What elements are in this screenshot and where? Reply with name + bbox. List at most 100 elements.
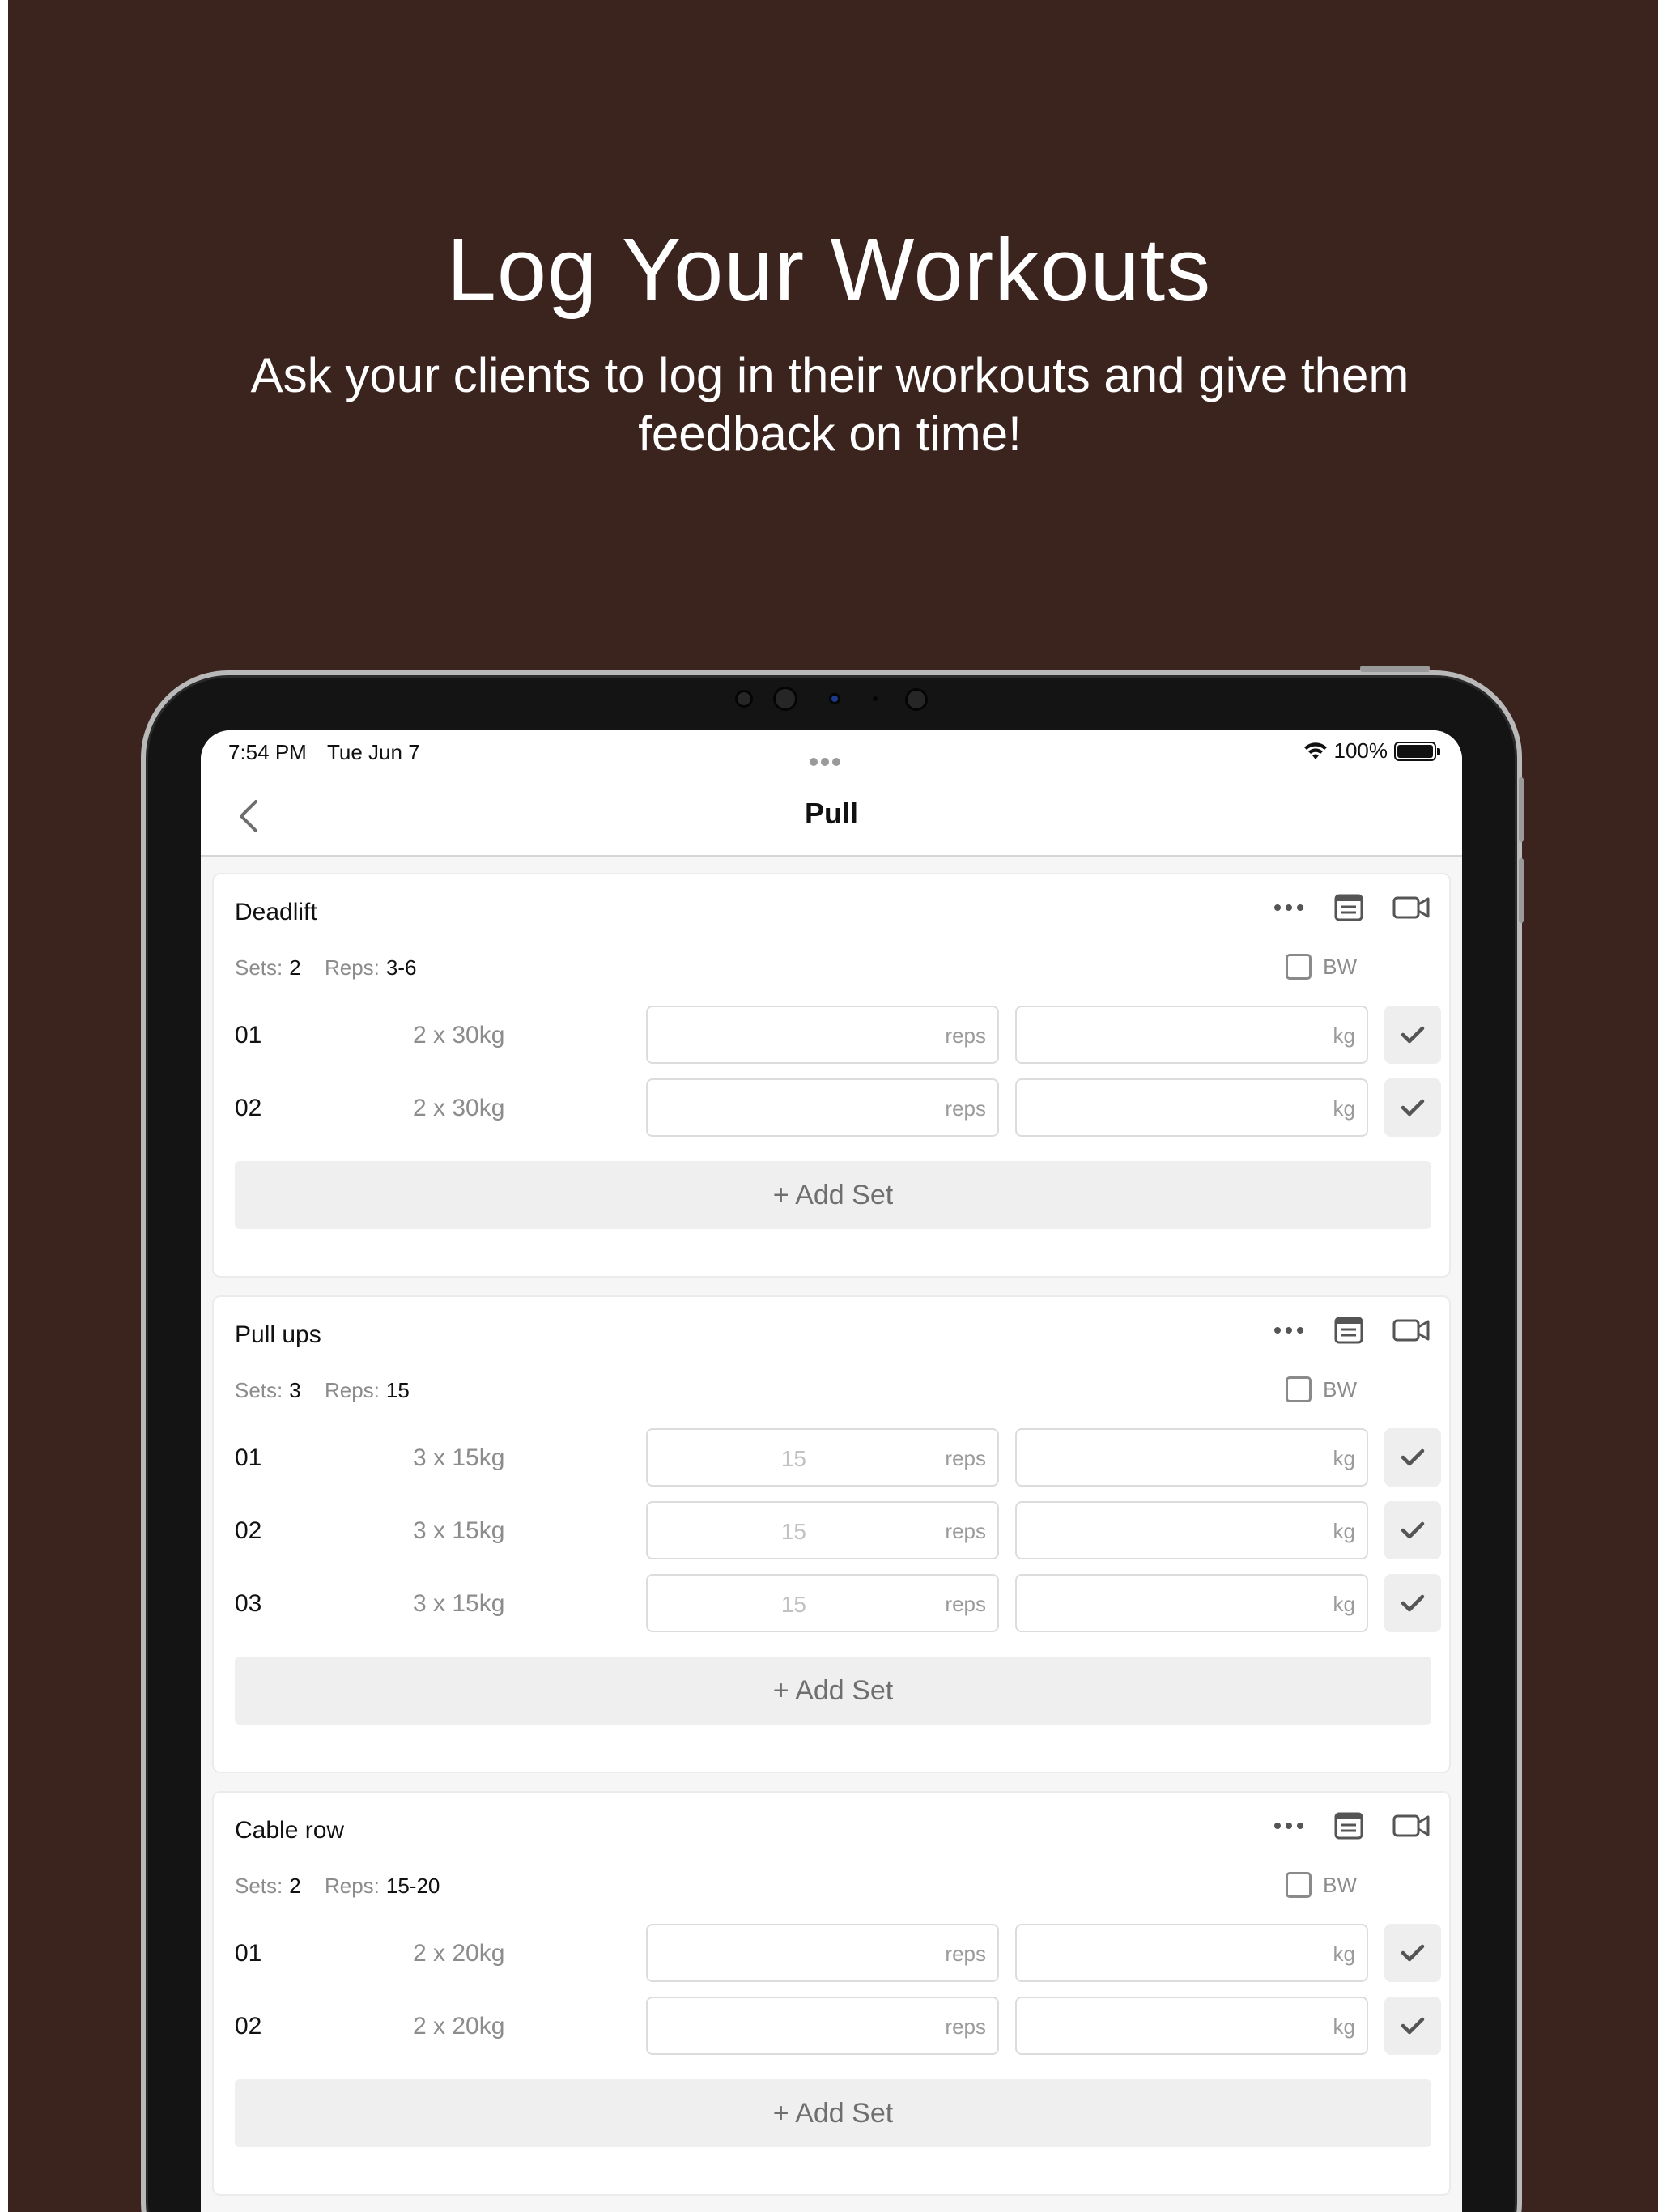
set-row: 03 3 x 15kg 15 reps kg [214,1574,1449,1632]
reps-input[interactable]: reps [646,1997,999,2055]
add-set-button[interactable]: + Add Set [235,1161,1431,1229]
exercise-actions [1273,894,1430,921]
bodyweight-toggle[interactable]: BW [1286,1872,1357,1898]
app-screen: 7:54 PM Tue Jun 7 100% Pull Deadlift Set… [201,730,1462,2212]
set-row: 01 3 x 15kg 15 reps kg [214,1428,1449,1487]
reps-input[interactable]: reps [646,1006,999,1064]
kg-unit: kg [1333,1942,1355,1966]
multitasking-dots-icon[interactable] [810,747,848,766]
reps-unit: reps [945,1519,986,1543]
reps-label: Reps: [324,1378,380,1402]
set-target: 2 x 30kg [413,1022,505,1049]
reps-unit: reps [945,1592,986,1616]
notes-icon[interactable] [1334,1812,1363,1840]
exercise-meta: Sets: 2 Reps: 3-6 [235,955,434,981]
video-camera-icon[interactable] [1392,1318,1430,1342]
exercise-name: Deadlift [235,899,317,925]
sets-label: Sets: [235,955,283,980]
video-camera-icon[interactable] [1392,895,1430,920]
camera-lens-icon [773,687,797,711]
exercise-card: Cable row Sets: 2 Reps: 15-20 BW 01 2 x 20… [212,1791,1451,2196]
tablet-side-button [1519,858,1524,923]
kg-input[interactable]: kg [1015,1006,1368,1064]
kg-input[interactable]: kg [1015,1997,1368,2055]
complete-set-button[interactable] [1384,1501,1441,1559]
set-row: 02 3 x 15kg 15 reps kg [214,1501,1449,1559]
notes-icon[interactable] [1334,1317,1363,1344]
page-title: Pull [804,797,858,830]
status-right: 100% [1303,738,1440,764]
sets-value: 2 [289,955,301,980]
complete-set-button[interactable] [1384,1924,1441,1982]
reps-input[interactable]: 15 reps [646,1574,999,1632]
reps-unit: reps [945,1096,986,1121]
complete-set-button[interactable] [1384,1078,1441,1137]
exercise-name: Pull ups [235,1321,321,1348]
reps-value: 15-20 [385,1874,440,1898]
more-horizontal-icon[interactable] [1273,903,1305,912]
set-number: 01 [235,1940,262,1967]
set-row: 01 2 x 20kg reps kg [214,1924,1449,1982]
reps-value: 15 [385,1378,410,1402]
bw-checkbox[interactable] [1286,954,1312,980]
sensor-dot [905,688,928,711]
complete-set-button[interactable] [1384,1428,1441,1487]
battery-icon [1394,741,1440,761]
reps-label: Reps: [324,1874,380,1898]
checkmark-icon [1401,1521,1425,1539]
battery-percent: 100% [1333,738,1388,763]
complete-set-button[interactable] [1384,1574,1441,1632]
bw-label: BW [1323,1376,1357,1402]
sensor-dot [735,690,753,708]
exercise-meta: Sets: 2 Reps: 15-20 [235,1874,457,1899]
tablet-side-button [1519,777,1524,842]
exercise-actions [1273,1317,1430,1344]
add-set-button[interactable]: + Add Set [235,1657,1431,1725]
sets-value: 3 [289,1378,301,1402]
more-horizontal-icon[interactable] [1273,1325,1305,1335]
bw-checkbox[interactable] [1286,1376,1312,1402]
checkmark-icon [1401,2017,1425,2035]
checkmark-icon [1401,1448,1425,1466]
kg-input[interactable]: kg [1015,1574,1368,1632]
reps-input[interactable]: 15 reps [646,1501,999,1559]
kg-unit: kg [1333,1519,1355,1543]
reps-unit: reps [945,1942,986,1966]
camera-indicator [829,693,840,704]
kg-input[interactable]: kg [1015,1924,1368,1982]
reps-input[interactable]: reps [646,1924,999,1982]
set-target: 2 x 20kg [413,2013,505,2040]
notes-icon[interactable] [1334,894,1363,921]
exercise-card: Deadlift Sets: 2 Reps: 3-6 BW 01 2 x 30kg … [212,873,1451,1278]
checkmark-icon [1401,1944,1425,1962]
set-number: 02 [235,2013,262,2040]
reps-unit: reps [945,1446,986,1470]
checkmark-icon [1401,1026,1425,1044]
kg-unit: kg [1333,1592,1355,1616]
set-number: 02 [235,1517,262,1544]
complete-set-button[interactable] [1384,1997,1441,2055]
checkmark-icon [1401,1594,1425,1612]
add-set-button[interactable]: + Add Set [235,2079,1431,2147]
reps-input[interactable]: 15 reps [646,1428,999,1487]
reps-input[interactable]: reps [646,1078,999,1137]
kg-input[interactable]: kg [1015,1428,1368,1487]
kg-input[interactable]: kg [1015,1078,1368,1137]
sensor-dot [873,696,878,701]
video-camera-icon[interactable] [1392,1814,1430,1838]
bodyweight-toggle[interactable]: BW [1286,954,1357,980]
set-target: 2 x 30kg [413,1095,505,1121]
status-time: 7:54 PM [228,740,307,764]
wifi-icon [1303,742,1327,759]
exercise-actions [1273,1812,1430,1840]
more-horizontal-icon[interactable] [1273,1821,1305,1831]
set-number: 01 [235,1022,262,1049]
tablet-top-button [1360,666,1430,672]
bw-label: BW [1323,954,1357,979]
complete-set-button[interactable] [1384,1006,1441,1064]
checkmark-icon [1401,1099,1425,1117]
bodyweight-toggle[interactable]: BW [1286,1376,1357,1402]
kg-input[interactable]: kg [1015,1501,1368,1559]
set-target: 3 x 15kg [413,1444,505,1471]
bw-checkbox[interactable] [1286,1872,1312,1898]
